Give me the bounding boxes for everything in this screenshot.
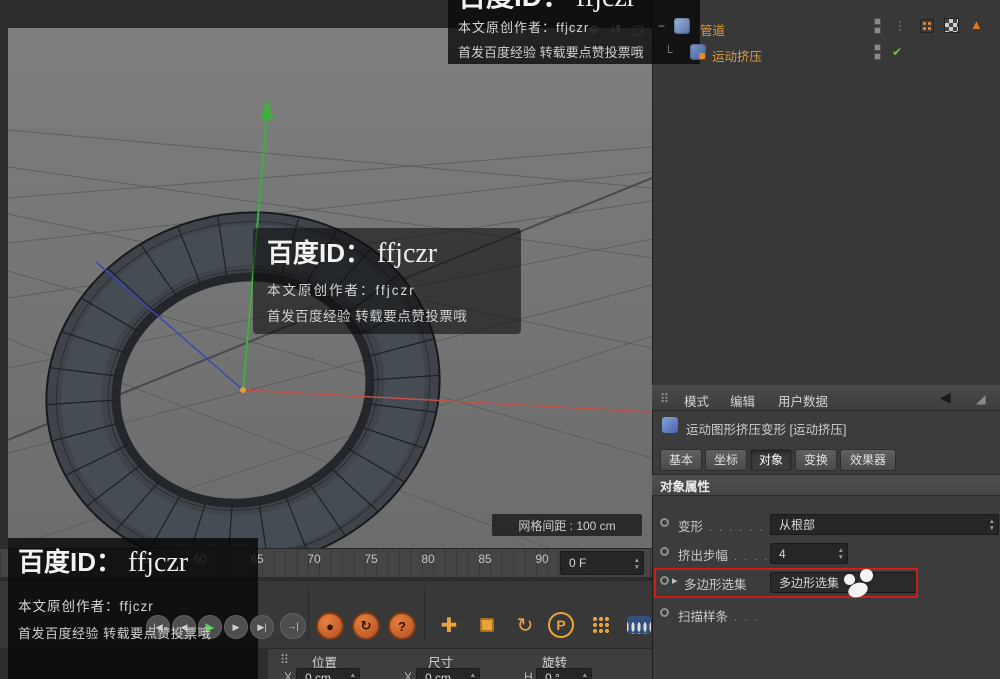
menu-user-data[interactable]: 用户数据	[778, 391, 828, 410]
watermark-bottom-text: 百度ID： ffjczr 本文原创作者：ffjczr 首发百度经验 转载要点赞投票…	[18, 547, 212, 641]
visibility-dots[interactable]	[874, 44, 882, 62]
scale-tool-button[interactable]	[472, 610, 502, 640]
attr-row-sweep-spline: 扫描样条. . .	[652, 601, 1000, 628]
tab-coordinates[interactable]: 坐标	[705, 449, 747, 471]
tree-branch-icon: └	[664, 45, 673, 59]
size-x-input[interactable]: 0 cm▲▼	[416, 668, 480, 679]
parametric-tool-button[interactable]: P	[548, 612, 574, 638]
attr-label-extrusion-steps: 挤出步幅. . . .	[678, 549, 770, 563]
red-highlight-annotation	[654, 568, 918, 598]
deformer-icon	[662, 417, 678, 433]
grid-spacing-badge: 网格间距 : 100 cm	[492, 514, 642, 536]
film-button[interactable]	[624, 610, 654, 640]
timeline-tick: 85	[478, 552, 492, 566]
scale-tool-icon	[480, 618, 494, 632]
dots-vertical-icon: ⋮	[894, 19, 906, 33]
timeline-tick: 90	[535, 552, 549, 566]
film-strip-icon	[627, 616, 651, 634]
tab-basic[interactable]: 基本	[660, 449, 702, 471]
toolbar-separator	[308, 588, 309, 640]
attribute-object-title: 运动图形挤压变形 [运动挤压]	[686, 423, 847, 437]
menu-mode[interactable]: 模式	[684, 391, 709, 410]
grid-dots-button[interactable]	[586, 610, 616, 640]
stepper-arrows-icon[interactable]: ▲▼	[838, 547, 844, 561]
rotation-h-input[interactable]: 0 °▲▼	[536, 668, 592, 679]
texture-tag-icon[interactable]	[944, 18, 959, 33]
object-properties-header: 对象属性	[652, 474, 1000, 496]
frame-stepper-icon[interactable]: ▲ ▼	[634, 557, 640, 571]
y-axis-arrowhead	[260, 98, 274, 120]
axis-origin-dot	[240, 387, 246, 393]
help-button[interactable]: ?	[388, 612, 416, 640]
move-tool-button[interactable]: ✚	[434, 610, 464, 640]
stepper-arrows-icon[interactable]: ▲▼	[582, 672, 588, 679]
rotate-tool-button[interactable]: ↻	[510, 610, 540, 640]
toolbar-separator	[424, 588, 425, 640]
object-name-motion-extrude[interactable]: 运动挤压	[712, 46, 762, 65]
c4d-window: ✚ ⊕ ↺ ▢	[0, 0, 1000, 679]
tab-transform[interactable]: 变换	[795, 449, 837, 471]
position-x-input[interactable]: 0 cm▲▼	[296, 668, 360, 679]
keyframe-dot-icon[interactable]	[660, 608, 669, 617]
object-row-motion-extrude[interactable]: └ 运动挤压 ✔	[652, 42, 1000, 64]
grip-icon: ⠿	[280, 653, 290, 667]
timeline-tick: 70	[307, 552, 321, 566]
stepper-arrows-icon[interactable]: ▲▼	[470, 672, 476, 679]
grid-dots-icon	[592, 616, 610, 634]
expand-toggle-icon[interactable]: −	[658, 19, 665, 33]
attribute-object-title-row: 运动图形挤压变形 [运动挤压]	[652, 412, 1000, 440]
timeline-tick: 75	[364, 552, 378, 566]
stepper-arrows-icon[interactable]: ▲▼	[350, 672, 356, 679]
keyframe-dot-icon[interactable]	[660, 518, 669, 527]
x-axis-line	[242, 389, 653, 413]
grip-icon: ⠿	[660, 392, 670, 406]
tab-effectors[interactable]: 效果器	[840, 449, 896, 471]
loop-button[interactable]: ↻	[352, 612, 380, 640]
current-frame-input[interactable]: 0 F ▲ ▼	[560, 551, 644, 575]
goto-end-button[interactable]: →|	[280, 613, 306, 639]
object-name-pipe[interactable]: 管道	[700, 20, 725, 39]
coord-axis-label: H	[524, 670, 533, 679]
watermark-center: 百度ID： ffjczr 本文原创作者：ffjczr 首发百度经验 转载要点赞投票…	[253, 228, 521, 334]
coord-axis-label: X	[284, 670, 293, 679]
object-row-pipe[interactable]: − 管道 ⋮ ▲	[652, 16, 1000, 38]
visibility-dots[interactable]	[874, 18, 882, 36]
tube-object-icon[interactable]	[674, 18, 690, 34]
deformation-dropdown[interactable]: 从根部 ▲ ▼	[770, 514, 999, 535]
attr-label-deformation: 变形. . . . . . .	[678, 520, 775, 534]
extrusion-steps-input[interactable]: 4 ▲ ▼	[770, 543, 848, 564]
attr-label-sweep-spline: 扫描样条. . .	[678, 610, 760, 624]
tab-object[interactable]: 对象	[750, 449, 792, 471]
collapse-arrow-icon[interactable]: ◀	[940, 389, 951, 406]
attribute-menu-bar: ⠿ 模式 编辑 用户数据 ◀ ◢	[652, 385, 1000, 411]
phong-tag-icon[interactable]: ▲	[970, 17, 983, 32]
timeline-tick: 80	[421, 552, 435, 566]
motion-extrude-icon-accent	[699, 53, 705, 59]
keyframe-dot-icon[interactable]	[660, 547, 669, 556]
record-button[interactable]: ●	[316, 612, 344, 640]
enabled-check-icon[interactable]: ✔	[892, 45, 902, 59]
corner-resize-icon[interactable]: ◢	[976, 391, 986, 406]
motion-extrude-object-icon[interactable]	[690, 44, 706, 60]
mograph-tag-icon[interactable]	[920, 19, 934, 33]
cursor-blob-icon	[860, 569, 873, 582]
torus-object	[45, 211, 441, 569]
coord-axis-label: X	[404, 670, 413, 679]
dropdown-arrows-icon[interactable]: ▲ ▼	[989, 518, 995, 532]
menu-edit[interactable]: 编辑	[730, 391, 755, 410]
